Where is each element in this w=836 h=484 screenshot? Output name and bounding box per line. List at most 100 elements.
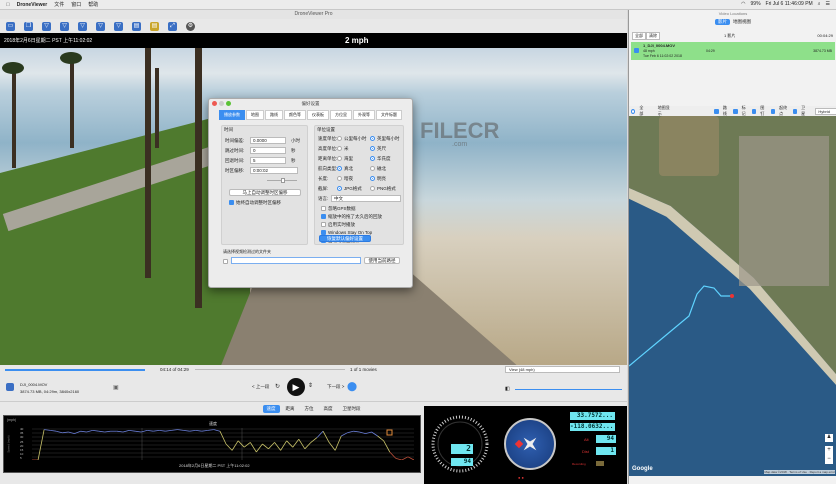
time-offset-input[interactable]: 0.0000 xyxy=(250,137,286,144)
cup-icon[interactable]: ▽ xyxy=(96,21,105,31)
pin-checkbox[interactable] xyxy=(751,108,757,114)
cup-icon[interactable]: ▽ xyxy=(114,21,123,31)
select-all-button[interactable]: 全部 xyxy=(632,32,646,40)
satellite-map[interactable]: ♟ + − Google Map data ©2018 · Terms of Us… xyxy=(629,116,836,476)
fullscreen-icon[interactable]: ⤢ xyxy=(168,21,177,31)
prev-button[interactable]: < 上一段 xyxy=(252,384,269,390)
speed-segment xyxy=(286,440,294,448)
clock[interactable]: Fri Jul 6 11:46:09 PM xyxy=(766,1,813,7)
rewind-time-input[interactable]: 5 xyxy=(250,157,286,164)
cup-icon[interactable]: ▽ xyxy=(60,21,69,31)
close-button[interactable] xyxy=(212,101,217,106)
menu-file[interactable]: 文件 xyxy=(54,1,64,8)
dialog-tab[interactable]: 仪表板 xyxy=(307,110,329,120)
next-button[interactable]: 下一段 > xyxy=(327,384,344,390)
volume-slider[interactable] xyxy=(515,389,622,390)
endpoints-checkbox[interactable] xyxy=(770,108,776,114)
pegman-icon[interactable]: ♟ xyxy=(825,434,833,442)
tab-movies[interactable]: 影片 xyxy=(715,19,730,25)
video-datetime: 2018年2月6日星期二 PST 上午11:02:02 xyxy=(4,38,93,44)
use-current-path-button[interactable]: 使用当前路径 xyxy=(364,257,400,264)
cup-icon[interactable]: ▽ xyxy=(42,21,51,31)
timezone-offset-input[interactable]: 0:00:02 xyxy=(250,167,298,174)
dialog-tab[interactable]: 颜色等 xyxy=(284,110,306,120)
folder-checkbox[interactable] xyxy=(223,259,228,264)
zoom-controls[interactable]: + − xyxy=(825,446,833,464)
unit-radio-b[interactable] xyxy=(370,136,375,141)
play-button[interactable]: ▶ xyxy=(287,378,305,396)
menu-help[interactable]: 帮助 xyxy=(88,1,98,8)
volume-icon[interactable]: ◧ xyxy=(505,386,510,392)
clear-button[interactable]: 清除 xyxy=(646,32,660,40)
unit-radio-a[interactable] xyxy=(337,146,342,151)
all-radio[interactable] xyxy=(631,108,636,114)
cup-icon[interactable]: ▽ xyxy=(78,21,87,31)
menu-window[interactable]: 窗口 xyxy=(71,1,81,8)
search-icon[interactable]: ⌕ xyxy=(818,1,821,7)
tab-satellite[interactable]: 卫星时段 xyxy=(339,405,365,413)
auto-sync-button[interactable]: 马上自动调整时区偏移 xyxy=(229,189,301,196)
wifi-icon[interactable]: ◠ xyxy=(741,1,745,7)
marker-checkbox[interactable] xyxy=(733,108,738,114)
reset-defaults-button[interactable]: 恢复默认偏好设置 xyxy=(319,235,371,242)
tab-heading[interactable]: 方位 xyxy=(301,405,318,413)
timeline-progress[interactable] xyxy=(5,369,145,371)
tab-distance[interactable]: 距离 xyxy=(282,405,299,413)
dialog-tab[interactable]: 播放参数 xyxy=(219,110,245,120)
list-icon[interactable]: ☰ xyxy=(826,1,830,7)
language-select[interactable]: 中文 xyxy=(331,195,401,202)
unit-radio-b[interactable] xyxy=(370,156,375,161)
list-item[interactable]: 1_DJI_0004.MOV 48 mph Tue Feb 6 11:02:02… xyxy=(631,42,835,60)
apple-menu[interactable]:  xyxy=(6,2,10,8)
dialog-tab[interactable]: 路线 xyxy=(265,110,283,120)
unit-radio-b[interactable] xyxy=(370,146,375,151)
dialog-tab[interactable]: 方位显 xyxy=(330,110,352,120)
option-checkbox[interactable] xyxy=(321,206,326,211)
tab-altitude[interactable]: 高度 xyxy=(320,405,337,413)
skip-time-input[interactable]: 0 xyxy=(250,147,286,154)
unit-radio-b[interactable] xyxy=(370,186,375,191)
dialog-tab[interactable]: 外观等 xyxy=(353,110,375,120)
copy-icon[interactable]: ❐ xyxy=(24,21,33,31)
unit-label: 小时 xyxy=(291,138,300,143)
view-select[interactable]: View (48 mph) xyxy=(505,366,620,373)
unit-radio-a[interactable] xyxy=(337,166,342,171)
video-speed: 2 mph xyxy=(345,36,369,45)
map-attribution[interactable]: Map data ©2018 · Terms of Use · Report a… xyxy=(764,470,835,474)
export-icon[interactable]: ▤ xyxy=(150,21,159,31)
satellite-checkbox[interactable] xyxy=(792,108,798,114)
battery-level[interactable]: 99% xyxy=(751,1,761,7)
item-checkbox[interactable] xyxy=(634,48,639,53)
step-stepper[interactable]: ⇕ xyxy=(308,382,313,389)
zoom-button[interactable] xyxy=(226,101,231,106)
unit-radio-b[interactable] xyxy=(370,176,375,181)
speed-chart[interactable]: (mph) 速度 Speed (mph) 40 35 30 25 20 15 10 5 201… xyxy=(3,415,421,473)
slider-thumb[interactable] xyxy=(281,178,285,183)
unit-radio-a[interactable] xyxy=(337,156,342,161)
auto-sync-checkbox[interactable] xyxy=(229,200,234,205)
unit-radio-b[interactable] xyxy=(370,166,375,171)
unit-radio-a[interactable] xyxy=(337,186,342,191)
minimize-button[interactable] xyxy=(219,101,224,106)
location-pin-icon[interactable]: ⬤ xyxy=(347,381,357,392)
save-icon[interactable]: ▣ xyxy=(113,384,119,391)
open-icon[interactable]: ▭ xyxy=(6,21,15,31)
map-type-select[interactable]: Hybrid xyxy=(815,107,836,115)
speed-segment xyxy=(74,430,81,434)
clip-track[interactable] xyxy=(195,369,345,370)
unit-radio-a[interactable] xyxy=(337,136,342,141)
folder-path-input[interactable] xyxy=(231,257,361,264)
playhead-marker[interactable] xyxy=(386,429,393,436)
tab-speed[interactable]: 速度 xyxy=(262,405,280,413)
menu-app[interactable]: DroneViewer xyxy=(17,2,47,8)
settings-icon[interactable]: ⚙ xyxy=(186,21,195,31)
replay-icon[interactable]: ↻ xyxy=(275,383,280,390)
tab-map-view[interactable]: 地图视图 xyxy=(733,19,751,25)
option-checkbox[interactable] xyxy=(321,222,326,227)
option-checkbox[interactable] xyxy=(321,214,326,219)
dialog-tab[interactable]: 地图 xyxy=(246,110,264,120)
unit-radio-a[interactable] xyxy=(337,176,342,181)
dialog-tab[interactable]: 文件标题 xyxy=(376,110,402,120)
save-icon[interactable]: ▤ xyxy=(132,21,141,31)
route-checkbox[interactable] xyxy=(714,108,719,114)
